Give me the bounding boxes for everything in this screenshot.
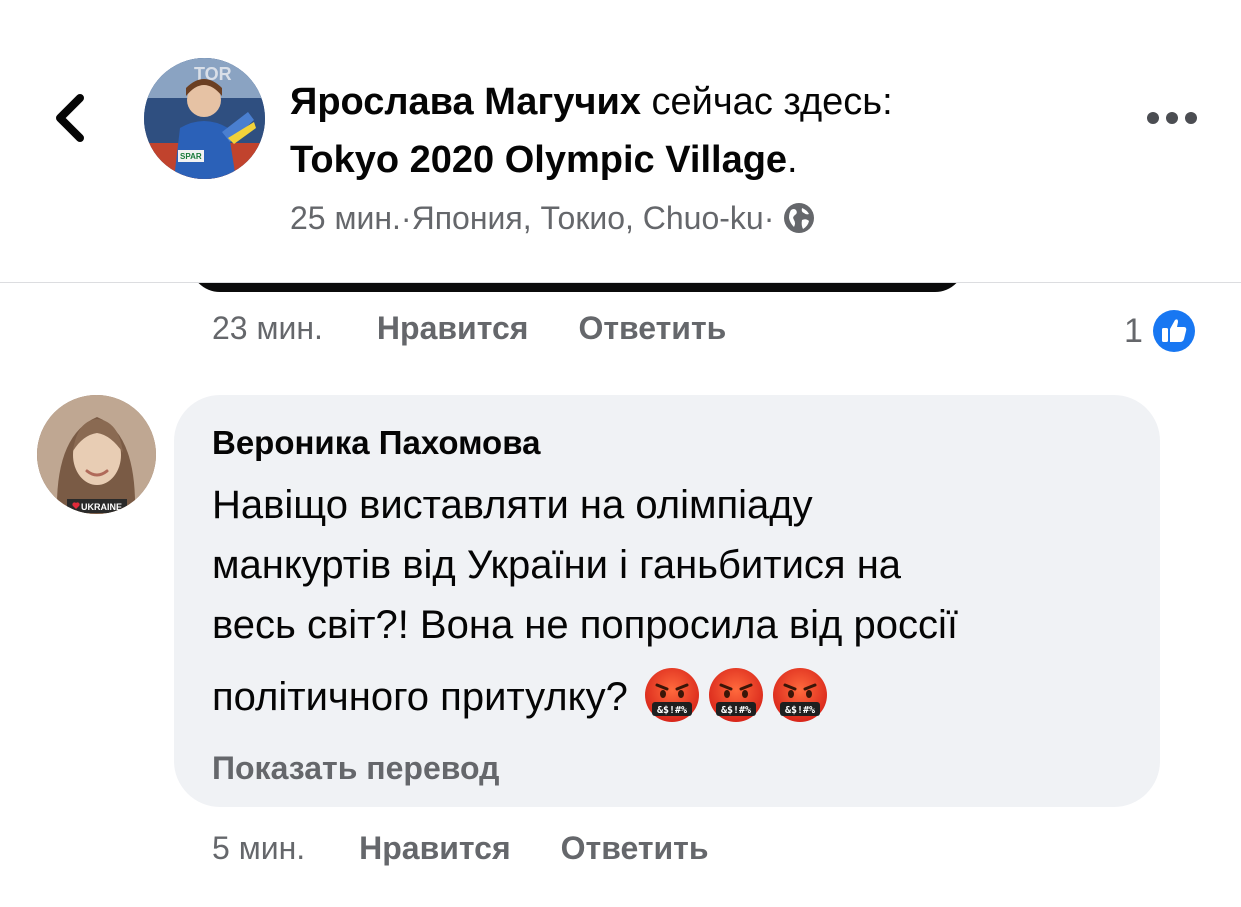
meta-separator: ·	[400, 200, 412, 236]
post-title-line: Ярослава Магучих сейчас здесь:	[290, 80, 893, 124]
author-avatar[interactable]: TOR SPAR	[144, 58, 265, 179]
previous-comment-actions: 23 мин. Нравится Ответить	[212, 308, 726, 348]
author-photo: TOR SPAR	[144, 58, 265, 179]
comment-line: Навіщо виставляти на олімпіаду	[212, 483, 813, 527]
svg-text:&$!#%: &$!#%	[657, 705, 687, 716]
commenter-avatar[interactable]: UKRAINE	[37, 395, 156, 514]
comment-line: манкуртів від України і ганьбитися на	[212, 543, 902, 587]
meta-separator-2: ·	[763, 200, 775, 236]
author-name[interactable]: Ярослава Магучих	[290, 81, 641, 123]
facebook-comments-screen: TOR SPAR Ярослава Магучих сейчас здесь: …	[0, 0, 1241, 907]
reply-button[interactable]: Ответить	[561, 828, 709, 868]
place-suffix: .	[787, 139, 798, 181]
post-location[interactable]: Япония, Токио, Chuo-ku	[412, 198, 764, 238]
face-with-symbols-on-mouth-emoji: &$!#%	[708, 668, 763, 723]
comment-line-last: політичного притулку? &$!#% &$!#% &$!#%	[212, 667, 1142, 728]
comment-line: політичного притулку?	[212, 675, 628, 719]
comment-time[interactable]: 23 мин.	[212, 308, 323, 348]
place-name[interactable]: Tokyo 2020 Olympic Village	[290, 139, 787, 181]
more-options-button[interactable]	[1144, 104, 1200, 132]
comment-text: Навіщо виставляти на олімпіаду манкуртів…	[212, 475, 1142, 728]
status-text: сейчас здесь:	[640, 81, 893, 123]
chevron-left-icon	[56, 94, 84, 142]
face-with-symbols-on-mouth-emoji: &$!#%	[644, 668, 699, 723]
svg-text:SPAR: SPAR	[180, 152, 202, 161]
post-meta: 25 мин. · Япония, Токио, Chuo-ku ·	[290, 198, 816, 238]
commenter-photo: UKRAINE	[37, 395, 156, 514]
comment-time[interactable]: 5 мин.	[212, 828, 305, 868]
like-button[interactable]: Нравится	[377, 308, 529, 348]
post-header: TOR SPAR Ярослава Магучих сейчас здесь: …	[0, 0, 1241, 283]
globe-icon	[784, 203, 815, 233]
like-icon	[1149, 307, 1198, 355]
emoji-group: &$!#% &$!#% &$!#%	[643, 666, 829, 724]
back-button[interactable]	[46, 88, 98, 148]
face-with-symbols-on-mouth-emoji: &$!#%	[772, 668, 827, 723]
svg-text:&$!#%: &$!#%	[785, 705, 815, 716]
more-horizontal-icon	[1147, 112, 1197, 124]
reaction-count: 1	[1124, 311, 1143, 350]
comment-line: весь світ?! Вона не попросила від россії	[212, 603, 958, 647]
like-button[interactable]: Нравится	[359, 828, 511, 868]
comment-actions: 5 мин. Нравится Ответить	[212, 828, 709, 868]
post-time[interactable]: 25 мин.	[290, 198, 401, 238]
post-title-line-2: Tokyo 2020 Olympic Village.	[290, 138, 798, 182]
header-divider	[0, 282, 1241, 283]
comment-author[interactable]: Вероника Пахомова	[212, 423, 540, 463]
avatar-badge-text: UKRAINE	[81, 502, 122, 512]
svg-text:&$!#%: &$!#%	[721, 705, 751, 716]
show-translation-link[interactable]: Показать перевод	[212, 748, 499, 788]
reaction-summary[interactable]: 1	[1124, 306, 1199, 356]
reply-button[interactable]: Ответить	[578, 308, 726, 348]
